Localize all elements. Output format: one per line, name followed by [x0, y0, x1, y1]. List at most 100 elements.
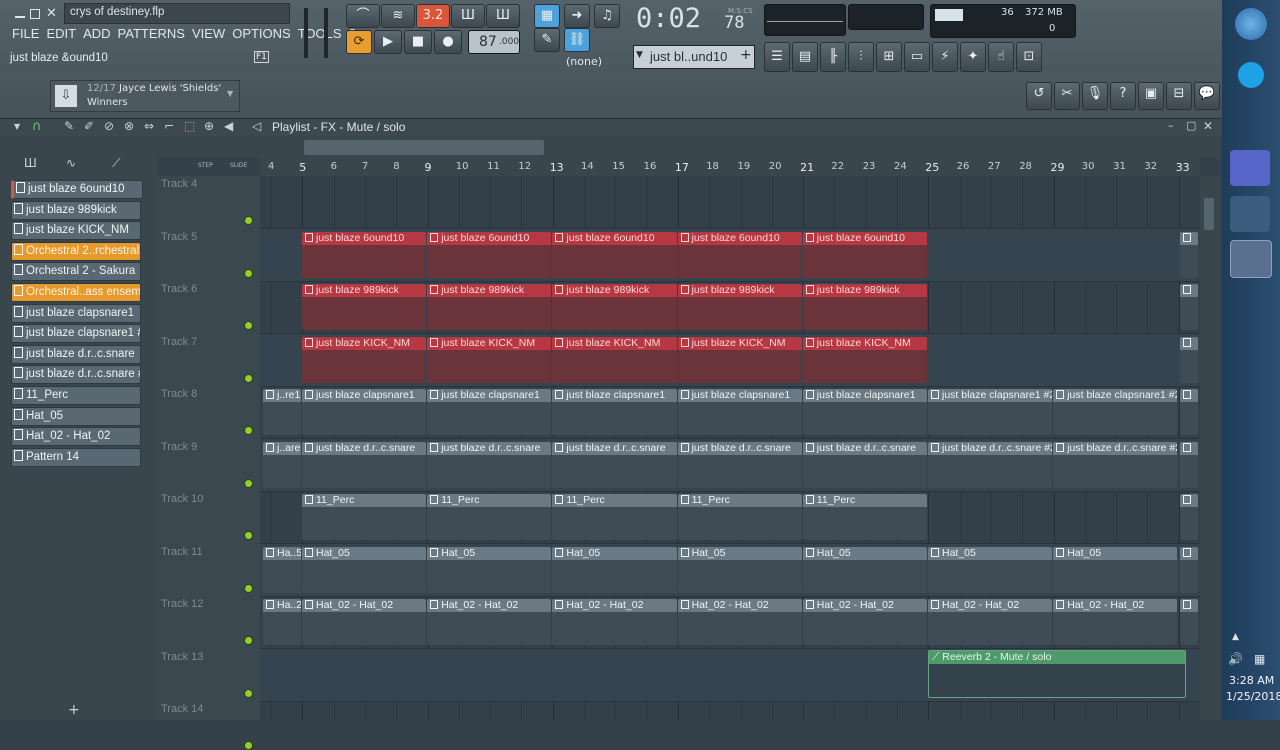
track-mute-led[interactable] — [244, 478, 253, 488]
pattern-clip-edge[interactable] — [1180, 336, 1198, 383]
track-mute-led[interactable] — [244, 636, 253, 645]
computer-icon[interactable] — [1230, 196, 1270, 232]
pattern-clip[interactable]: j..re1 — [263, 389, 301, 435]
pattern-item[interactable]: Orchestral 2..rchestral 2 — [11, 241, 141, 261]
pattern-selector[interactable]: (none) — [560, 54, 620, 70]
timeline-ruler[interactable]: 4 5 6 7 8 9 10 11 12 13 14 15 16 17 18 19 20 21 22 23 24 25 26… — [260, 158, 1200, 177]
menu-file[interactable]: FILE — [12, 26, 39, 41]
pattern-item[interactable]: just blaze 6ound10 — [11, 180, 143, 199]
browser-icon[interactable]: ▭ — [904, 42, 930, 72]
pattern-clip[interactable]: just blaze 989kick — [427, 284, 552, 330]
step-edit-button[interactable]: ➜ — [564, 4, 590, 28]
pattern-clip[interactable]: just blaze 6ound10 — [552, 231, 677, 278]
pattern-clip[interactable]: just blaze clapsnare1 #2 — [1053, 389, 1178, 435]
pattern-clip[interactable]: Hat_02 - Hat_02 — [1053, 599, 1178, 645]
track-name[interactable]: Track 10 — [161, 493, 203, 505]
playlist-grid[interactable]: just blaze 6ound10 just blaze 6ound10 just… — [260, 176, 1200, 720]
draw-tool-icon[interactable]: ✎ — [64, 119, 74, 133]
slip-tool-icon[interactable]: ⇔ — [144, 119, 154, 133]
discord-icon[interactable] — [1230, 150, 1270, 186]
pattern-clip[interactable]: Hat_05 — [1053, 546, 1178, 593]
pattern-clip[interactable]: Hat_05 — [552, 546, 677, 593]
pattern-clip-edge[interactable] — [1180, 494, 1198, 540]
stop-button[interactable]: ■ — [404, 30, 432, 54]
pattern-clip[interactable]: just blaze d.r..c.snare #2 — [928, 441, 1053, 488]
pattern-item[interactable]: just blaze d.r..c.snare #2 — [11, 365, 141, 385]
playlist-icon[interactable]: ☰ — [764, 42, 790, 72]
pattern-clip-edge[interactable] — [1180, 546, 1198, 593]
pattern-clip[interactable]: just blaze d.r..c.snare — [427, 441, 552, 488]
pattern-dropdown-icon[interactable]: ▼ — [636, 50, 643, 60]
pattern-item[interactable]: just blaze d.r..c.snare — [11, 344, 141, 364]
mixer-icon[interactable]: ⫶ — [848, 42, 874, 72]
playlist-maximize-icon[interactable]: ▢ — [1186, 119, 1196, 132]
pattern-clip[interactable]: just blaze KICK_NM — [427, 336, 552, 383]
pattern-clip[interactable]: just blaze 989kick — [552, 284, 677, 330]
pattern-clip[interactable]: Hat_02 - Hat_02 — [427, 599, 552, 645]
track-mute-led[interactable] — [244, 531, 253, 540]
track-mute-led[interactable] — [244, 688, 253, 698]
pattern-clip[interactable]: just blaze 6ound10 — [302, 231, 427, 278]
tempo-display[interactable]: 87 .000 — [468, 30, 520, 54]
start-button[interactable] — [1235, 8, 1267, 40]
save-icon[interactable]: ▣ — [1138, 82, 1164, 110]
pattern-clip[interactable]: 11_Perc — [427, 494, 552, 540]
pattern-clip[interactable]: Ha..2 — [263, 599, 301, 645]
vertical-scrollbar[interactable] — [1200, 176, 1220, 720]
typing-keyboard-button[interactable]: ▦ — [534, 4, 560, 28]
playlist-title[interactable]: Playlist - FX - Mute / solo — [272, 120, 405, 134]
playlist-menu-icon[interactable]: ▼ — [14, 122, 20, 131]
pattern-item[interactable]: Hat_05 — [11, 406, 141, 426]
track-name[interactable]: Track 13 — [161, 651, 203, 663]
music-app-icon[interactable] — [1230, 106, 1270, 142]
pattern-clip-edge[interactable] — [1180, 389, 1198, 435]
paint-tool-icon[interactable]: ✐ — [84, 119, 94, 133]
zoom-tool-icon[interactable]: ⊕ — [204, 119, 214, 133]
render-icon[interactable]: ⊟ — [1166, 82, 1192, 110]
close-icon[interactable]: ✕ — [46, 6, 57, 21]
pattern-clip[interactable]: Hat_05 — [928, 546, 1053, 593]
menu-edit[interactable]: EDIT — [46, 26, 76, 41]
restore-icon[interactable] — [30, 9, 40, 19]
pattern-clip-edge[interactable] — [1180, 599, 1198, 645]
track-mute-led[interactable] — [244, 583, 253, 593]
clock-date[interactable]: 1/25/2018 — [1226, 690, 1280, 703]
menu-patterns[interactable]: PATTERNS — [118, 26, 185, 41]
pattern-clip[interactable]: 11_Perc — [802, 494, 927, 540]
speaker-icon[interactable]: ◁ — [252, 119, 261, 133]
pattern-clip[interactable]: just blaze clapsnare1 — [677, 389, 802, 435]
pattern-item[interactable]: Orchestral..ass ensemble — [11, 283, 141, 302]
loop-record-button[interactable]: ⟳ — [346, 30, 372, 54]
pattern-item[interactable]: just blaze 989kick — [11, 200, 141, 220]
clock-time[interactable]: 3:28 AM — [1229, 674, 1274, 687]
pattern-clip[interactable]: just blaze KICK_NM — [802, 336, 927, 383]
delete-tool-icon[interactable]: ⊘ — [104, 119, 114, 133]
pattern-mode-button[interactable]: ≋ — [381, 4, 415, 28]
track-mute-led[interactable] — [244, 741, 253, 750]
skype-icon[interactable] — [1238, 62, 1264, 88]
help-icon[interactable]: ? — [1110, 82, 1136, 110]
pattern-view-icon[interactable]: Ш — [24, 156, 37, 170]
menu-options[interactable]: OPTIONS — [232, 26, 291, 41]
song-mode-button[interactable]: Ш — [451, 4, 485, 28]
pattern-name-field[interactable]: ▼ just bl..und10 + — [633, 45, 755, 69]
track-lane[interactable] — [260, 701, 1200, 720]
add-track-icon[interactable]: + — [68, 702, 80, 718]
pattern-clip-edge[interactable] — [1180, 441, 1198, 488]
playlist-close-icon[interactable]: ✕ — [1203, 119, 1213, 133]
network-icon[interactable]: ▦ — [1254, 652, 1265, 666]
pattern-clip[interactable]: just blaze clapsnare1 #2 — [928, 389, 1053, 435]
pattern-clip[interactable]: just blaze clapsnare1 — [552, 389, 677, 435]
pattern-item[interactable]: just blaze KICK_NM — [11, 221, 141, 241]
undo-icon[interactable]: ↺ — [1026, 82, 1052, 110]
pattern-clip[interactable]: just blaze d.r..c.snare #2 — [1053, 441, 1178, 488]
pattern-song-toggle[interactable]: ⌒ — [346, 4, 380, 28]
tools-icon[interactable]: ⊡ — [1016, 42, 1042, 72]
pattern-clip[interactable]: just blaze 6ound10 — [802, 231, 927, 278]
song-time-display[interactable]: 0:02 M:S:CS 78 — [632, 3, 754, 39]
pattern-clip[interactable]: Hat_02 - Hat_02 — [302, 599, 427, 645]
master-pitch-slider[interactable] — [324, 8, 328, 58]
pattern-clip[interactable]: just blaze 989kick — [677, 284, 802, 330]
volume-icon[interactable]: 🔊 — [1228, 652, 1243, 666]
microphone-icon[interactable]: 🎙 — [1082, 82, 1108, 110]
